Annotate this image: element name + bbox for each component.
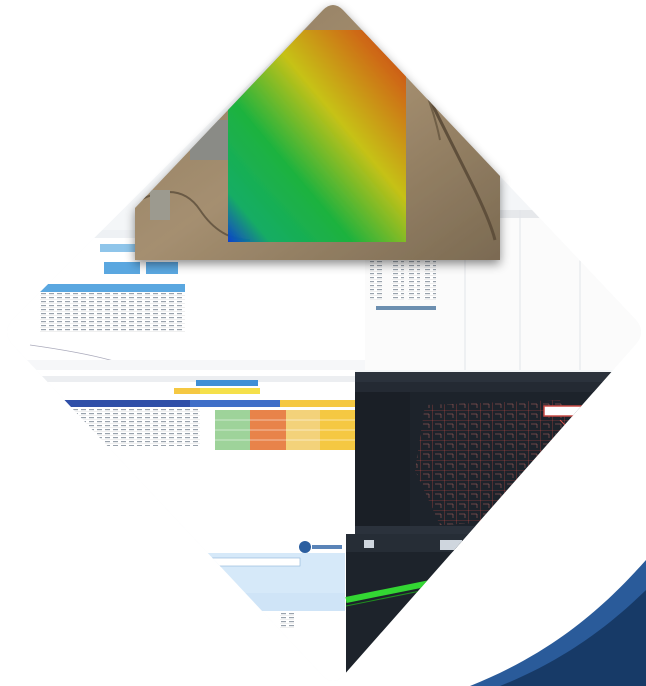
screenshot-collage [7, 5, 641, 681]
elevation-map-panel [135, 5, 500, 260]
cad-network-panel [355, 372, 641, 534]
cad-profile-panel [345, 534, 641, 681]
spreadsheet-panel-colored [7, 370, 355, 540]
form-panel [7, 540, 346, 681]
